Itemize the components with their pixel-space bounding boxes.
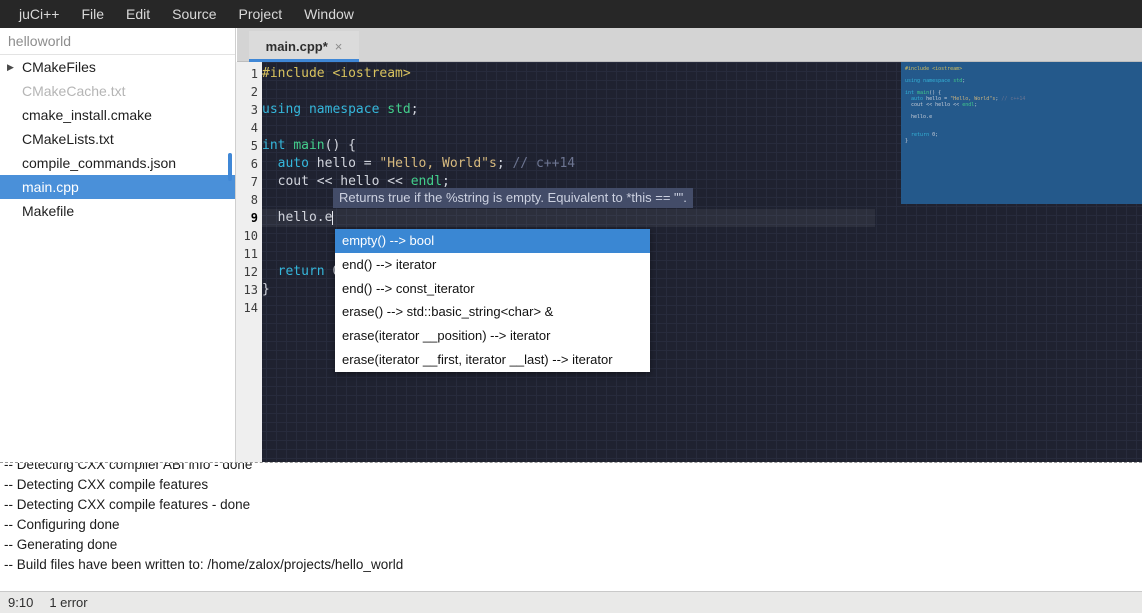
tab-label: main.cpp* <box>266 39 328 54</box>
terminal-output-line: -- Detecting CXX compile features <box>4 475 1142 495</box>
code-token: endl <box>411 174 442 189</box>
file-tree: ▶ CMakeFiles CMakeCache.txt cmake_install.c… <box>0 55 235 223</box>
code-token: ; <box>442 174 450 189</box>
sidebar-item-main-cpp[interactable]: main.cpp <box>0 175 235 199</box>
code-token: hello.e <box>262 210 332 225</box>
autocomplete-item[interactable]: erase(iterator __position) --> iterator <box>335 324 650 348</box>
tab-close-icon[interactable]: × <box>335 39 343 54</box>
code-token <box>301 102 309 117</box>
build-output-panel[interactable]: -- Detecting CXX compiler ABI info - don… <box>0 462 1142 591</box>
menu-item-juci[interactable]: juCi++ <box>8 0 70 28</box>
sidebar-item-cmakelists-txt[interactable]: CMakeLists.txt <box>0 127 235 151</box>
file-label: compile_commands.json <box>22 155 176 171</box>
line-number: 11 <box>236 245 262 263</box>
code-line: int main() { <box>262 137 901 155</box>
text-caret <box>332 211 333 225</box>
status-bar: 9:10 1 error <box>0 591 1142 613</box>
code-token: using <box>262 102 301 117</box>
terminal-output-line: -- Detecting CXX compile features - done <box>4 495 1142 515</box>
line-number: 4 <box>236 119 262 137</box>
minimap[interactable]: #include <iostream> using namespace std;… <box>901 62 1142 462</box>
autocomplete-item[interactable]: end() --> iterator <box>335 253 650 277</box>
line-number: 6 <box>236 155 262 173</box>
app-window: juCi++FileEditSourceProjectWindow hellow… <box>0 0 1142 613</box>
code-token: () { <box>325 138 356 153</box>
terminal-output-line: -- Build files have been written to: /ho… <box>4 555 1142 575</box>
sidebar-item-makefile[interactable]: Makefile <box>0 199 235 223</box>
menu-item-source[interactable]: Source <box>161 0 227 28</box>
expander-triangle-icon[interactable]: ▶ <box>7 55 14 79</box>
line-number: 7 <box>236 173 262 191</box>
code-token <box>262 264 278 279</box>
code-token: "Hello, World"s <box>379 156 496 171</box>
file-label: CMakeLists.txt <box>22 131 114 147</box>
autocomplete-item[interactable]: erase(iterator __first, iterator __last)… <box>335 348 650 372</box>
code-line: #include <iostream> <box>262 65 901 83</box>
code-token: ; <box>411 102 419 117</box>
tab-main-cpp[interactable]: main.cpp* × <box>249 31 359 62</box>
line-number: 8 <box>236 191 262 209</box>
line-number: 14 <box>236 299 262 317</box>
line-number: 5 <box>236 137 262 155</box>
sidebar-scrollbar-handle[interactable] <box>228 153 232 181</box>
project-name: helloworld <box>0 28 235 55</box>
cursor-position: 9:10 <box>8 595 33 610</box>
code-token: // c++14 <box>512 156 575 171</box>
code-token: #include <iostream> <box>262 66 411 81</box>
line-number: 13 <box>236 281 262 299</box>
file-label: main.cpp <box>22 179 79 195</box>
terminal-output-line: -- Generating done <box>4 535 1142 555</box>
line-number: 3 <box>236 101 262 119</box>
menu-item-edit[interactable]: Edit <box>115 0 161 28</box>
code-token <box>262 156 278 171</box>
code-token: } <box>262 282 270 297</box>
code-token: namespace <box>309 102 379 117</box>
code-token: return <box>278 264 325 279</box>
sidebar-item-compile-commands-json[interactable]: compile_commands.json <box>0 151 235 175</box>
code-line: auto hello = "Hello, World"s; // c++14 <box>262 155 901 173</box>
file-label: Makefile <box>22 203 74 219</box>
menu-item-project[interactable]: Project <box>228 0 294 28</box>
code-editor[interactable]: 1234567891011121314 #include <iostream>u… <box>236 62 1142 462</box>
minimap-line <box>905 144 1025 150</box>
line-number: 12 <box>236 263 262 281</box>
sidebar-item-cmakecache-txt[interactable]: CMakeCache.txt <box>0 79 235 103</box>
file-label: CMakeFiles <box>22 59 96 75</box>
minimap-code: #include <iostream> using namespace std;… <box>905 66 1025 150</box>
menubar: juCi++FileEditSourceProjectWindow <box>0 0 1142 28</box>
sidebar-item-cmakefiles[interactable]: ▶ CMakeFiles <box>0 55 235 79</box>
menu-item-window[interactable]: Window <box>293 0 365 28</box>
code-token: std <box>387 102 410 117</box>
code-token: hello = <box>309 156 379 171</box>
code-token: main <box>293 138 324 153</box>
line-number: 10 <box>236 227 262 245</box>
file-tree-sidebar: helloworld ▶ CMakeFiles CMakeCache.txt cmak… <box>0 28 236 462</box>
line-number: 1 <box>236 65 262 83</box>
autocomplete-popup: empty() --> boolend() --> iteratorend() … <box>335 229 650 372</box>
doc-tooltip: Returns true if the %string is empty. Eq… <box>333 188 693 208</box>
autocomplete-item[interactable]: end() --> const_iterator <box>335 277 650 301</box>
code-token: cout << hello << <box>262 174 411 189</box>
code-line: hello.e <box>262 209 901 227</box>
file-label: CMakeCache.txt <box>22 83 125 99</box>
code-token: auto <box>278 156 309 171</box>
code-token: int <box>262 138 285 153</box>
code-line <box>262 83 901 101</box>
code-line: using namespace std; <box>262 101 901 119</box>
sidebar-item-cmake-install-cmake[interactable]: cmake_install.cmake <box>0 103 235 127</box>
code-token: ; <box>497 156 513 171</box>
code-line <box>262 119 901 137</box>
line-number-gutter: 1234567891011121314 <box>236 62 262 462</box>
terminal-output-line: -- Detecting CXX compiler ABI info - don… <box>4 462 1142 475</box>
tab-bar: main.cpp* × <box>237 28 1142 62</box>
line-number: 2 <box>236 83 262 101</box>
error-count-badge: 1 error <box>49 595 87 610</box>
file-label: cmake_install.cmake <box>22 107 152 123</box>
line-number: 9 <box>236 209 262 227</box>
terminal-output-line: -- Configuring done <box>4 515 1142 535</box>
menu-item-file[interactable]: File <box>70 0 115 28</box>
autocomplete-item[interactable]: empty() --> bool <box>335 229 650 253</box>
autocomplete-item[interactable]: erase() --> std::basic_string<char> & <box>335 300 650 324</box>
